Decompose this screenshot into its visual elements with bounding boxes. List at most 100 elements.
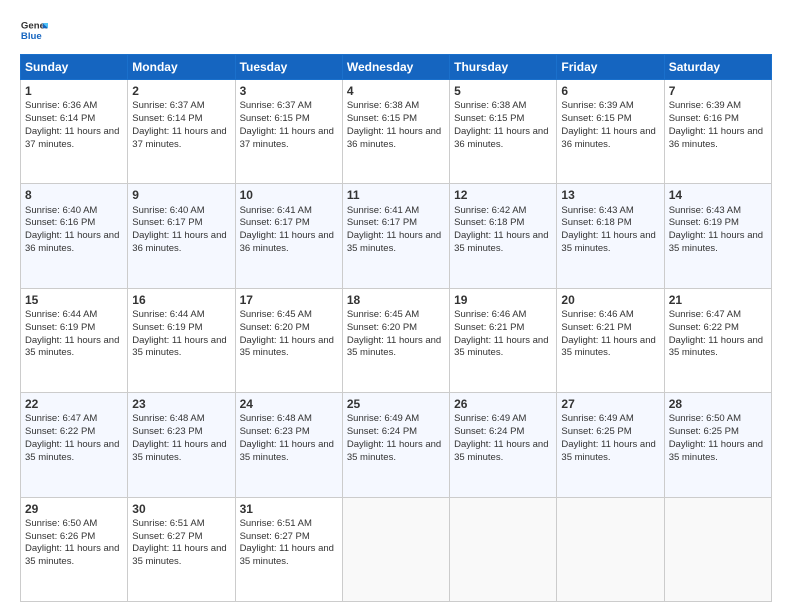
sunset: Sunset: 6:23 PM [132,426,202,437]
day-number: 1 [25,83,123,99]
daylight: Daylight: 11 hours and 35 minutes. [347,439,441,463]
daylight: Daylight: 11 hours and 37 minutes. [240,126,334,150]
sunrise: Sunrise: 6:43 AM [561,205,633,216]
col-monday: Monday [128,55,235,80]
day-number: 11 [347,187,445,203]
sunrise: Sunrise: 6:37 AM [240,100,312,111]
calendar-cell: 25Sunrise: 6:49 AMSunset: 6:24 PMDayligh… [342,393,449,497]
calendar-cell: 27Sunrise: 6:49 AMSunset: 6:25 PMDayligh… [557,393,664,497]
daylight: Daylight: 11 hours and 36 minutes. [669,126,763,150]
calendar-cell [450,497,557,601]
sunset: Sunset: 6:19 PM [132,322,202,333]
day-number: 6 [561,83,659,99]
sunrise: Sunrise: 6:41 AM [240,205,312,216]
header: General Blue [20,16,772,44]
day-number: 29 [25,501,123,517]
sunrise: Sunrise: 6:38 AM [347,100,419,111]
sunrise: Sunrise: 6:41 AM [347,205,419,216]
sunset: Sunset: 6:25 PM [561,426,631,437]
day-number: 28 [669,396,767,412]
col-tuesday: Tuesday [235,55,342,80]
calendar-cell: 4Sunrise: 6:38 AMSunset: 6:15 PMDaylight… [342,80,449,184]
sunset: Sunset: 6:16 PM [25,217,95,228]
daylight: Daylight: 11 hours and 35 minutes. [347,335,441,359]
calendar-cell: 1Sunrise: 6:36 AMSunset: 6:14 PMDaylight… [21,80,128,184]
daylight: Daylight: 11 hours and 35 minutes. [132,543,226,567]
day-number: 14 [669,187,767,203]
header-row: Sunday Monday Tuesday Wednesday Thursday… [21,55,772,80]
logo: General Blue [20,16,48,44]
day-number: 25 [347,396,445,412]
calendar-cell: 10Sunrise: 6:41 AMSunset: 6:17 PMDayligh… [235,184,342,288]
day-number: 20 [561,292,659,308]
calendar-cell [342,497,449,601]
sunset: Sunset: 6:19 PM [669,217,739,228]
daylight: Daylight: 11 hours and 35 minutes. [347,230,441,254]
sunrise: Sunrise: 6:44 AM [132,309,204,320]
calendar-cell: 9Sunrise: 6:40 AMSunset: 6:17 PMDaylight… [128,184,235,288]
day-number: 31 [240,501,338,517]
sunset: Sunset: 6:17 PM [240,217,310,228]
calendar-cell: 22Sunrise: 6:47 AMSunset: 6:22 PMDayligh… [21,393,128,497]
sunset: Sunset: 6:21 PM [561,322,631,333]
daylight: Daylight: 11 hours and 35 minutes. [25,543,119,567]
col-friday: Friday [557,55,664,80]
sunrise: Sunrise: 6:45 AM [240,309,312,320]
daylight: Daylight: 11 hours and 36 minutes. [25,230,119,254]
sunrise: Sunrise: 6:45 AM [347,309,419,320]
daylight: Daylight: 11 hours and 35 minutes. [132,335,226,359]
calendar-cell: 19Sunrise: 6:46 AMSunset: 6:21 PMDayligh… [450,288,557,392]
sunset: Sunset: 6:14 PM [132,113,202,124]
col-thursday: Thursday [450,55,557,80]
calendar-cell: 30Sunrise: 6:51 AMSunset: 6:27 PMDayligh… [128,497,235,601]
daylight: Daylight: 11 hours and 35 minutes. [561,335,655,359]
sunset: Sunset: 6:15 PM [454,113,524,124]
day-number: 8 [25,187,123,203]
sunrise: Sunrise: 6:49 AM [561,413,633,424]
daylight: Daylight: 11 hours and 35 minutes. [454,439,548,463]
day-number: 2 [132,83,230,99]
sunset: Sunset: 6:15 PM [347,113,417,124]
calendar-cell: 29Sunrise: 6:50 AMSunset: 6:26 PMDayligh… [21,497,128,601]
calendar-cell [664,497,771,601]
sunset: Sunset: 6:17 PM [347,217,417,228]
daylight: Daylight: 11 hours and 36 minutes. [240,230,334,254]
sunrise: Sunrise: 6:47 AM [669,309,741,320]
calendar-cell: 3Sunrise: 6:37 AM Sunset: 6:15 PM Daylight… [235,80,342,184]
sunrise: Sunrise: 6:44 AM [25,309,97,320]
calendar-cell: 6Sunrise: 6:39 AMSunset: 6:15 PMDaylight… [557,80,664,184]
calendar-cell: 26Sunrise: 6:49 AMSunset: 6:24 PMDayligh… [450,393,557,497]
sunrise: Sunrise: 6:48 AM [132,413,204,424]
sunrise: Sunrise: 6:40 AM [25,205,97,216]
sunrise: Sunrise: 6:37 AM [132,100,204,111]
week-row-2: 8 Sunrise: 6:40 AMSunset: 6:16 PM Daylight… [21,184,772,288]
daylight: Daylight: 11 hours and 35 minutes. [561,230,655,254]
calendar-cell: 17Sunrise: 6:45 AMSunset: 6:20 PMDayligh… [235,288,342,392]
daylight: Daylight: 11 hours and 36 minutes. [561,126,655,150]
calendar-cell: 24Sunrise: 6:48 AMSunset: 6:23 PMDayligh… [235,393,342,497]
sunrise: Sunrise: 6:39 AM [669,100,741,111]
daylight: Daylight: 11 hours and 35 minutes. [132,439,226,463]
calendar-cell: 20Sunrise: 6:46 AMSunset: 6:21 PMDayligh… [557,288,664,392]
sunset: Sunset: 6:18 PM [561,217,631,228]
day-number: 5 [454,83,552,99]
daylight: Daylight: 11 hours and 37 minutes. [25,126,119,150]
day-number: 16 [132,292,230,308]
sunset: Sunset: 6:27 PM [132,531,202,542]
calendar-cell: 13Sunrise: 6:43 AMSunset: 6:18 PMDayligh… [557,184,664,288]
sunrise: Sunrise: 6:49 AM [347,413,419,424]
calendar-cell: 7Sunrise: 6:39 AMSunset: 6:16 PMDaylight… [664,80,771,184]
sunset: Sunset: 6:15 PM [240,113,310,124]
day-number: 27 [561,396,659,412]
calendar-cell: 2Sunrise: 6:37 AMSunset: 6:14 PMDaylight… [128,80,235,184]
calendar-cell: 8 Sunrise: 6:40 AMSunset: 6:16 PM Daylight… [21,184,128,288]
sunset: Sunset: 6:26 PM [25,531,95,542]
calendar-cell: 18Sunrise: 6:45 AMSunset: 6:20 PMDayligh… [342,288,449,392]
daylight: Daylight: 11 hours and 35 minutes. [240,335,334,359]
day-number: 3 [240,83,338,99]
calendar-cell: 12Sunrise: 6:42 AMSunset: 6:18 PMDayligh… [450,184,557,288]
day-number: 12 [454,187,552,203]
sunset: Sunset: 6:20 PM [347,322,417,333]
sunrise: Sunrise: 6:43 AM [669,205,741,216]
daylight: Daylight: 11 hours and 35 minutes. [25,439,119,463]
